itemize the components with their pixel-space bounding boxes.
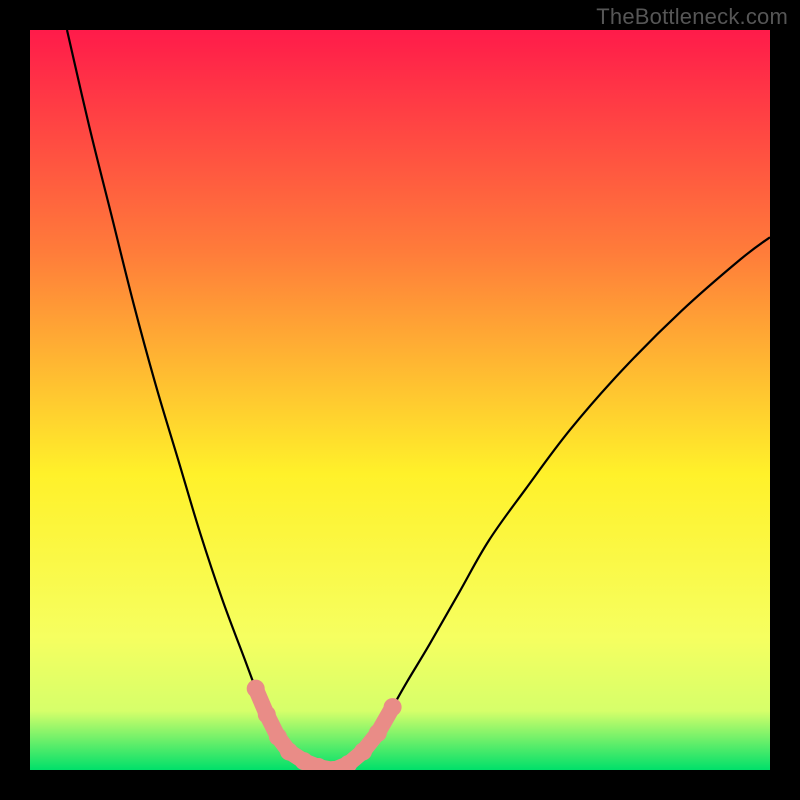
bottleneck-chart [30,30,770,770]
marker-dot [280,743,298,761]
marker-dot [384,698,402,716]
plot-area [30,30,770,770]
chart-frame: TheBottleneck.com [0,0,800,800]
gradient-background [30,30,770,770]
marker-dot [258,706,276,724]
marker-dot [354,743,372,761]
marker-dot [369,724,387,742]
marker-dot [269,728,287,746]
marker-dot [247,680,265,698]
watermark-text: TheBottleneck.com [596,4,788,30]
